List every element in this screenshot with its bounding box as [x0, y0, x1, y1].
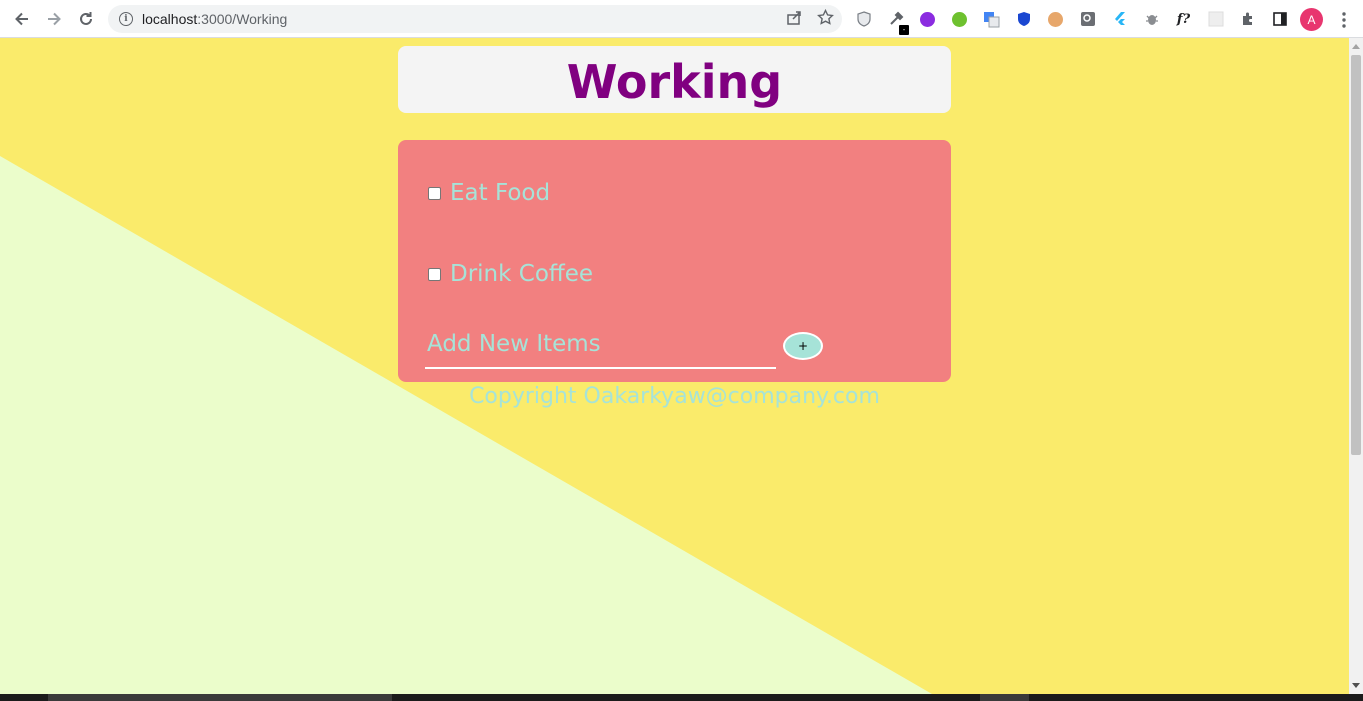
footer-copyright: Copyright Oakarkyaw@company.com — [469, 384, 880, 409]
item-label: Eat Food — [450, 180, 551, 206]
green-circle-icon[interactable] — [948, 8, 971, 31]
bug-icon[interactable] — [1140, 8, 1163, 31]
sidepanel-icon[interactable] — [1268, 8, 1291, 31]
url-host: localhost — [142, 11, 198, 27]
bookmark-star-icon[interactable] — [817, 8, 834, 30]
bottom-bar-segment — [48, 694, 392, 701]
puzzle-icon[interactable] — [1236, 8, 1259, 31]
face-icon[interactable] — [1044, 8, 1067, 31]
scroll-down-arrow-icon[interactable] — [1352, 683, 1360, 688]
more-menu-icon[interactable] — [1336, 8, 1352, 31]
search-ext-icon[interactable] — [1076, 8, 1099, 31]
share-icon[interactable] — [786, 9, 803, 30]
new-item-field — [425, 324, 776, 369]
page-viewport: Working Eat Food Drink Coffee + Copyrigh… — [0, 38, 1349, 694]
scrollbar-thumb[interactable] — [1351, 55, 1361, 455]
profile-avatar[interactable]: A — [1300, 8, 1323, 31]
vertical-scrollbar[interactable] — [1349, 38, 1363, 694]
url-path: :3000/Working — [197, 11, 288, 27]
back-arrow-icon[interactable] — [6, 3, 38, 35]
url-text[interactable]: localhost:3000/Working — [142, 11, 287, 27]
page-title: Working — [566, 54, 783, 109]
shield-icon[interactable] — [852, 8, 875, 31]
title-box: Working — [398, 46, 951, 113]
todo-card: Eat Food Drink Coffee + — [398, 140, 951, 382]
purple-circle-icon[interactable] — [916, 8, 939, 31]
site-info-icon[interactable]: i — [119, 12, 133, 26]
grid-icon[interactable] — [1204, 8, 1227, 31]
scroll-up-arrow-icon[interactable] — [1352, 44, 1360, 49]
add-item-button[interactable]: + — [783, 332, 823, 360]
new-item-input[interactable] — [425, 331, 776, 357]
list-item: Drink Coffee — [428, 261, 593, 287]
extensions-bar: - f? — [852, 5, 1291, 35]
browser-toolbar: i localhost:3000/Working - f? A — [0, 0, 1363, 38]
forward-arrow-icon[interactable] — [38, 3, 70, 35]
flutter-icon[interactable] — [1108, 8, 1131, 31]
font-icon[interactable]: f? — [1172, 8, 1195, 31]
item-checkbox[interactable] — [428, 267, 441, 281]
bottom-bar-segment — [980, 694, 1029, 701]
eyedropper-icon[interactable]: - — [884, 8, 909, 35]
blue-shield-icon[interactable] — [1012, 8, 1035, 31]
item-checkbox[interactable] — [428, 186, 441, 200]
reload-icon[interactable] — [70, 3, 102, 35]
bottom-bar — [0, 694, 1363, 701]
item-label: Drink Coffee — [450, 261, 594, 287]
address-bar[interactable]: i localhost:3000/Working — [108, 5, 842, 33]
list-item: Eat Food — [428, 180, 550, 206]
translate-icon[interactable] — [980, 8, 1003, 31]
